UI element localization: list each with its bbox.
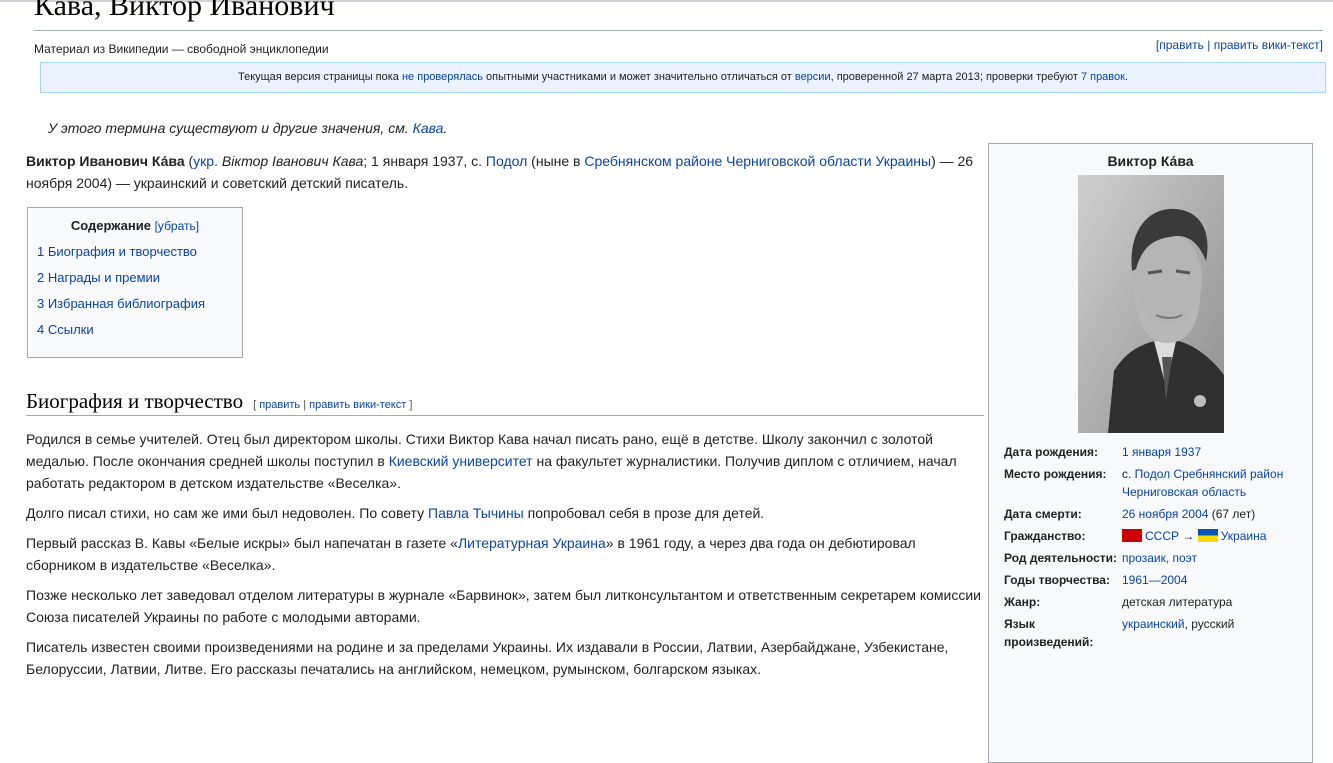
birth-village-link[interactable]: Подол [1135,467,1170,481]
infobox-row-birth-place: Место рождения: с. Подол Сребнянский рай… [1004,467,1284,499]
tychyna-link[interactable]: Павла Тычины [428,505,524,521]
lit-ukraine-link[interactable]: Литературная Украина [458,535,606,551]
birth-date-link[interactable]: 1 января 1937 [1122,445,1201,459]
ukrainian-lang-link[interactable]: украинский [1122,617,1185,631]
ukraine-flag-icon [1197,529,1218,542]
ussr-link[interactable]: СССР [1145,529,1179,543]
subject-name: Виктор Иванович Ка́ва [26,153,185,169]
death-date-link[interactable]: 26 ноября 2004 [1122,507,1208,521]
birth-district-link[interactable]: Сребнянский район [1173,467,1283,481]
kyiv-university-link[interactable]: Киевский университет [389,453,533,469]
ussr-flag-icon [1122,529,1142,542]
site-tagline: Материал из Википедии — свободной энцикл… [34,42,329,56]
birth-region-link[interactable]: Черниговская область [1122,485,1246,499]
bio-paragraph-2: Долго писал стихи, но сам же ими был нед… [26,505,765,521]
ukraine-link[interactable]: Украина [1221,529,1267,543]
infobox-table: Дата рождения: 1 января 1937 Место рожде… [995,441,1306,653]
bio-paragraph-1: Родился в семье учителей. Отец был дирек… [26,431,957,491]
section-divider [26,415,984,416]
pending-edits-link[interactable]: 7 правок [1081,71,1125,83]
version-link[interactable]: версии [795,71,831,83]
page-title: Кава, Виктор Иванович [34,0,335,22]
ukr-lang-link[interactable]: укр. [193,153,218,169]
infobox-row-genre: Жанр: детская литература [1004,595,1233,609]
review-notice: Текущая версия страницы пока не проверял… [40,62,1326,93]
infobox-row-citizenship: Гражданство: СССР → Украина [1004,529,1267,543]
bio-paragraph-3: Первый рассказ В. Кавы «Белые искры» был… [26,535,916,573]
title-divider [34,30,1323,31]
section-edit-source-link[interactable]: править вики-текст [309,399,406,411]
edit-links-text[interactable]: [править | править вики-текст] [1156,38,1323,52]
intro-paragraph: Виктор Иванович Ка́ва (укр. Віктор Івано… [26,153,974,191]
infobox-row-occupation: Род деятельности: прозаик, поэт [1004,551,1198,565]
portrait-photo[interactable] [1077,175,1224,433]
toc-item-bibliography[interactable]: 3 Избранная библиография [37,296,205,311]
infobox-row-death-date: Дата смерти: 26 ноября 2004 (67 лет) [1004,507,1256,521]
not-reviewed-link[interactable]: не проверялась [402,71,483,83]
infobox-row-language: Язык произведений: украинский, русский [1004,617,1235,649]
section-body: Родился в семье учителей. Отец был дирек… [26,428,981,688]
page-edit-links[interactable]: [править | править вики-текст] [1156,38,1323,52]
infobox-title: Виктор Ка́ва [1107,153,1194,169]
section-edit-link[interactable]: править [259,399,300,411]
toc-item-links[interactable]: 4 Ссылки [37,322,94,337]
district-link[interactable]: Сребнянском районе Черниговской области … [584,153,931,169]
years-link[interactable]: 1961—2004 [1122,573,1187,587]
bio-paragraph-5: Писатель известен своими произведениями … [26,639,949,677]
podol-link[interactable]: Подол [486,153,527,169]
toc-title: Содержание [убрать] [70,218,200,233]
disambiguation-link[interactable]: Кава [413,120,444,136]
toc-item-awards[interactable]: 2 Награды и премии [37,270,160,285]
section-heading: Биография и творчество[ править | правит… [26,389,413,413]
bio-paragraph-4: Позже несколько лет заведовал отделом ли… [26,587,981,625]
infobox-row-years: Годы творчества: 1961—2004 [1004,573,1188,587]
table-of-contents: Содержание [убрать] 1 Биография и творче… [27,207,243,358]
section-edit-links: [ править | править вики-текст ] [253,399,413,411]
infobox-row-birth-date: Дата рождения: 1 января 1937 [1004,445,1202,459]
hatnote: У этого термина существуют и другие знач… [48,120,448,136]
infobox: Виктор Ка́ва Дата рождения: 1 января 193… [988,143,1313,763]
occupation-link[interactable]: прозаик, поэт [1122,551,1197,565]
toc-toggle-link[interactable]: [убрать] [155,219,200,233]
toc-item-biography[interactable]: 1 Биография и творчество [37,244,197,259]
